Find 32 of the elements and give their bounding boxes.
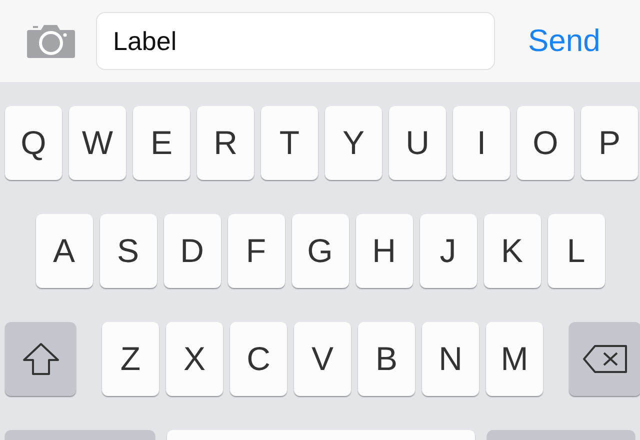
letter-key[interactable]: L (548, 214, 604, 288)
letter-key[interactable]: A (36, 214, 92, 288)
letter-key[interactable]: W (69, 106, 126, 180)
letter-key[interactable]: Q (5, 106, 62, 180)
letter-key[interactable]: J (420, 214, 476, 288)
letter-key[interactable]: X (166, 322, 223, 396)
letter-key[interactable]: G (292, 214, 348, 288)
letter-key[interactable]: V (294, 322, 351, 396)
letter-key[interactable]: M (486, 322, 543, 396)
letter-key[interactable]: U (389, 106, 446, 180)
shift-icon (22, 342, 60, 376)
delete-key[interactable] (569, 322, 640, 396)
message-field[interactable]: Label (96, 12, 495, 70)
letter-key[interactable]: T (261, 106, 318, 180)
letter-key[interactable]: K (484, 214, 540, 288)
camera-icon[interactable] (27, 23, 75, 59)
shift-key[interactable] (5, 322, 76, 396)
letter-key[interactable]: F (228, 214, 284, 288)
letter-key[interactable]: B (358, 322, 415, 396)
letter-key[interactable]: S (100, 214, 156, 288)
letter-key[interactable]: R (197, 106, 254, 180)
letter-key[interactable]: I (453, 106, 510, 180)
backspace-icon (582, 344, 628, 374)
letter-key[interactable]: Z (102, 322, 159, 396)
letter-key[interactable]: O (517, 106, 574, 180)
letter-key[interactable]: E (133, 106, 190, 180)
letter-key[interactable]: C (230, 322, 287, 396)
letter-key[interactable]: P (581, 106, 638, 180)
letter-key[interactable]: Y (325, 106, 382, 180)
letter-key[interactable]: N (422, 322, 479, 396)
letter-key[interactable]: D (164, 214, 220, 288)
letter-key[interactable]: H (356, 214, 412, 288)
